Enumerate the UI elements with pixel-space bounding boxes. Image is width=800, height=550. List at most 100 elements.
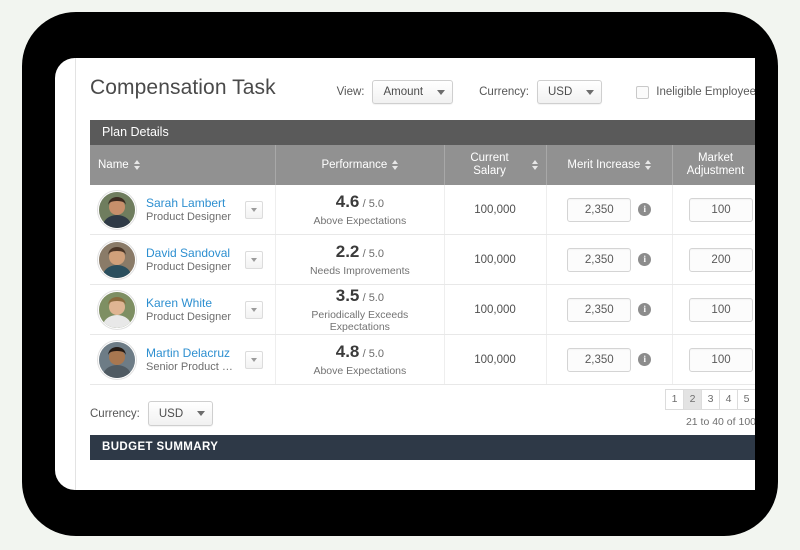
market-adjustment-input[interactable]: 100 <box>689 197 754 222</box>
sort-icon[interactable] <box>531 160 538 170</box>
info-icon[interactable]: i <box>638 203 652 216</box>
performance-score: 3.5 <box>335 286 360 305</box>
row-actions-button[interactable] <box>245 350 264 369</box>
info-icon[interactable]: i <box>638 353 652 366</box>
cell-name: David Sandoval Product Designer <box>90 234 277 285</box>
chevron-down-icon <box>586 89 595 95</box>
chevron-down-icon <box>251 307 258 312</box>
column-header-merit-increase[interactable]: Merit Increase <box>546 145 674 185</box>
page-title: Compensation Task <box>90 76 276 99</box>
market-adjustment-input[interactable]: 100 <box>689 297 754 322</box>
table-header-row: Name Performance Current Salary Merit In… <box>90 145 755 185</box>
app-window: Compensation Task View: Amount Currency:… <box>55 58 755 490</box>
cell-name: Karen White Product Designer <box>90 284 277 335</box>
cell-market-adjustment: 100 <box>672 185 755 235</box>
cell-performance: 4.6 / 5.0 Above Expectations <box>275 185 445 235</box>
sort-icon[interactable] <box>392 160 399 170</box>
merit-increase-input[interactable]: 2,350 <box>567 247 632 272</box>
chevron-down-icon <box>251 257 258 262</box>
row-actions-button[interactable] <box>245 250 264 269</box>
chevron-down-icon <box>251 357 258 362</box>
row-actions-button[interactable] <box>245 200 264 219</box>
footer-currency-select[interactable]: USD <box>147 401 214 426</box>
avatar <box>98 290 136 329</box>
performance-max: / 5.0 <box>362 198 384 210</box>
performance-max: / 5.0 <box>362 248 384 260</box>
chevron-down-icon <box>251 207 258 212</box>
table-footer: Currency: USD 12345 21 to 40 of 100 <box>90 385 755 435</box>
cell-market-adjustment: 200 <box>672 234 755 285</box>
plan-details-table: Name Performance Current Salary Merit In… <box>90 145 755 385</box>
table-row[interactable]: Martin DelacruzSenior Product Man...4.8 … <box>90 334 755 385</box>
employee-role: Product Designer <box>146 260 231 273</box>
employee-role: Product Designer <box>146 310 231 323</box>
row-actions-button[interactable] <box>245 300 264 319</box>
column-header-name[interactable]: Name <box>90 145 277 185</box>
merit-increase-input[interactable]: 2,350 <box>567 197 632 222</box>
column-label: Performance <box>321 158 388 171</box>
performance-max: / 5.0 <box>362 292 384 304</box>
pagination-page-1[interactable]: 1 <box>665 389 684 410</box>
cell-market-adjustment: 100 <box>672 284 755 335</box>
pagination-page-4[interactable]: 4 <box>720 389 738 410</box>
app-content: Compensation Task View: Amount Currency:… <box>75 58 755 490</box>
cell-performance: 4.8 / 5.0 Above Expectations <box>275 334 445 385</box>
checkbox-icon <box>636 85 650 99</box>
column-header-current-salary[interactable]: Current Salary <box>444 145 547 185</box>
ineligible-employee-label: Ineligible Employee <box>656 86 755 98</box>
table-row[interactable]: Sarah Lambert Product Designer 4.6 / 5.0 Ab… <box>90 185 755 235</box>
footer-currency-label: Currency: <box>90 407 140 420</box>
cell-name: Sarah Lambert Product Designer <box>90 185 277 235</box>
sort-icon[interactable] <box>133 160 140 170</box>
plan-details-header: Plan Details <box>90 120 755 145</box>
table-head: Name Performance Current Salary Merit In… <box>90 145 755 185</box>
view-select-value: Amount <box>383 86 424 98</box>
pagination-page-2[interactable]: 2 <box>684 389 702 410</box>
cell-performance: 3.5 / 5.0 Periodically Exceeds Expectatio… <box>275 284 445 335</box>
employee-name-link[interactable]: Karen White <box>146 296 239 310</box>
column-label: Name <box>98 158 129 171</box>
merit-increase-input[interactable]: 2,350 <box>567 297 632 322</box>
pagination-range: 21 to 40 of 100 <box>685 416 755 428</box>
pagination: 12345 21 to 40 of 100 <box>665 389 755 428</box>
footer-currency-value: USD <box>158 407 184 420</box>
employee-name-link[interactable]: Sarah Lambert <box>146 196 239 210</box>
employee-name-link[interactable]: David Sandoval <box>146 246 239 260</box>
cell-current-salary: 100,000 <box>444 334 547 385</box>
toolbar-controls: View: Amount Currency: USD Ineligible Em… <box>337 80 755 104</box>
budget-summary-header: BUDGET SUMMARY <box>90 435 755 460</box>
toolbar: Compensation Task View: Amount Currency:… <box>76 58 755 120</box>
ineligible-employee-checkbox[interactable]: Ineligible Employee <box>636 85 755 99</box>
employee-name-link[interactable]: Martin Delacruz <box>146 346 239 360</box>
chevron-down-icon <box>197 411 206 416</box>
pagination-page-3[interactable]: 3 <box>702 389 720 410</box>
view-select[interactable]: Amount <box>372 80 454 104</box>
pagination-page-5[interactable]: 5 <box>738 389 755 410</box>
cell-merit-increase: 2,350 i <box>546 334 674 385</box>
performance-rating: Above Expectations <box>313 215 407 227</box>
market-adjustment-input[interactable]: 100 <box>689 347 754 372</box>
currency-select[interactable]: USD <box>536 80 603 104</box>
info-icon[interactable]: i <box>638 253 652 266</box>
performance-max: / 5.0 <box>362 348 384 360</box>
sort-icon[interactable] <box>645 160 652 170</box>
avatar <box>98 340 136 379</box>
performance-rating: Above Expectations <box>313 365 407 377</box>
info-icon[interactable]: i <box>638 303 652 316</box>
merit-increase-input[interactable]: 2,350 <box>567 347 632 372</box>
footer-currency-control: Currency: USD <box>90 401 214 426</box>
current-salary-value: 100,000 <box>474 253 516 266</box>
column-header-performance[interactable]: Performance <box>275 145 445 185</box>
currency-label: Currency: <box>479 86 529 98</box>
table-row[interactable]: David Sandoval Product Designer 2.2 / 5.0 N… <box>90 234 755 285</box>
table-row[interactable]: Karen White Product Designer 3.5 / 5.0 Peri… <box>90 284 755 335</box>
pagination-pages: 12345 <box>665 389 755 410</box>
market-adjustment-input[interactable]: 200 <box>689 247 754 272</box>
avatar <box>98 190 136 229</box>
current-salary-value: 100,000 <box>474 353 516 366</box>
performance-score: 4.6 <box>335 192 360 211</box>
column-header-market-adjustment[interactable]: Market Adjustment <box>672 145 755 185</box>
cell-market-adjustment: 100 <box>672 334 755 385</box>
cell-merit-increase: 2,350 i <box>546 234 674 285</box>
performance-rating: Periodically Exceeds Expectations <box>311 309 409 333</box>
